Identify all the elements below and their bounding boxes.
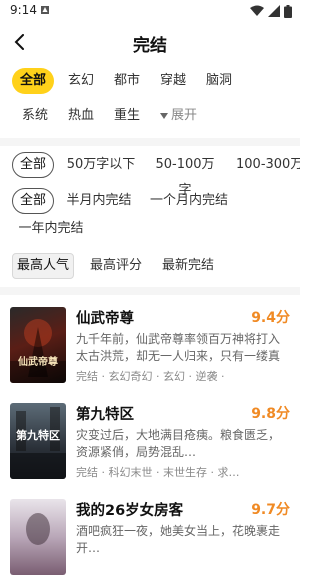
book-cover[interactable]: 第九特区	[10, 403, 66, 479]
book-title: 仙武帝尊	[76, 311, 134, 327]
category-chip-chuanyue[interactable]: 穿越	[156, 68, 190, 94]
book-score: 9.7分	[251, 502, 290, 518]
category-chip-all[interactable]: 全部	[12, 68, 54, 94]
word-chip-100-300w[interactable]: 100-300万	[236, 152, 300, 178]
section-divider	[0, 138, 300, 146]
category-chip-rexue[interactable]: 热血	[64, 103, 98, 129]
wifi-icon	[250, 5, 264, 16]
page-title: 完结	[133, 36, 167, 56]
cover-title: 仙武帝尊	[18, 357, 58, 368]
book-description: 九千年前，仙武帝尊率领百万神将打入太古洪荒，却无一人归来，只有一缕真火遗留世…	[76, 332, 281, 363]
time-chip-one-month[interactable]: 一个月内完结	[150, 188, 228, 214]
word-chip-under-50w[interactable]: 50万字以下	[66, 152, 136, 178]
category-chip-chongsheng[interactable]: 重生	[110, 103, 144, 129]
word-chip-all[interactable]: 全部	[12, 152, 54, 178]
category-filter-row-2: 系统 热血 重生 展开	[0, 103, 300, 129]
sort-chip-rating[interactable]: 最高评分	[88, 253, 144, 279]
sim-card-icon	[41, 6, 49, 14]
book-description: 灾变过后，大地满目疮痍。粮食匮乏，资源紧俏，局势混乱…	[76, 428, 281, 459]
book-tags: 完结 · 科幻末世 · 末世生存 · 求…	[76, 466, 240, 479]
book-item[interactable]: 仙武帝尊 仙武帝尊 9.4分 九千年前，仙武帝尊率领百万神将打入太古洪荒，却无一…	[0, 307, 300, 395]
book-score: 9.4分	[251, 310, 290, 326]
sort-filter-row: 最高人气 最高评分 最新完结	[0, 253, 300, 279]
book-title: 我的26岁女房客	[76, 503, 184, 519]
book-item[interactable]: 我的26岁女房客 9.7分 酒吧疯狂一夜，她美女当上，花晚裹走开…	[0, 499, 300, 587]
book-title: 第九特区	[76, 407, 134, 423]
book-cover[interactable]: 仙武帝尊	[10, 307, 66, 383]
category-chip-naodong[interactable]: 脑洞	[202, 68, 236, 94]
top-bar: 完结	[0, 22, 300, 62]
word-count-filter-row: 全部 50万字以下 50-100万字 100-300万	[0, 152, 300, 198]
cover-title: 第九特区	[16, 429, 60, 442]
time-filter-row-1: 全部 半月内完结 一个月内完结	[0, 188, 300, 214]
book-description: 酒吧疯狂一夜，她美女当上，花晚裹走开…	[76, 524, 281, 555]
time-chip-half-month[interactable]: 半月内完结	[66, 188, 132, 214]
category-chip-xitong[interactable]: 系统	[18, 103, 52, 129]
expand-button[interactable]: 展开	[160, 103, 197, 129]
category-chip-dushi[interactable]: 都市	[110, 68, 144, 94]
book-cover[interactable]	[10, 499, 66, 575]
time-filter-row-2: 一年内完结	[0, 216, 300, 242]
book-tags: 完结 · 玄幻奇幻 · 玄幻 · 逆袭 ·	[76, 370, 225, 383]
sort-chip-latest[interactable]: 最新完结	[160, 253, 216, 279]
status-time: 9:14	[10, 3, 37, 17]
status-bar: 9:14	[0, 0, 300, 22]
book-score: 9.8分	[251, 406, 290, 422]
section-divider	[0, 287, 300, 295]
time-chip-one-year[interactable]: 一年内完结	[18, 216, 84, 242]
signal-icon	[268, 5, 280, 17]
sort-chip-popularity[interactable]: 最高人气	[12, 253, 74, 279]
time-chip-all[interactable]: 全部	[12, 188, 54, 214]
cover-art	[26, 513, 50, 545]
expand-label: 展开	[171, 108, 198, 123]
category-filter-row-1: 全部 玄幻 都市 穿越 脑洞	[0, 68, 300, 94]
cover-art	[10, 319, 66, 383]
status-icons	[250, 4, 292, 18]
word-chip-50-100w[interactable]: 50-100万字	[150, 152, 220, 198]
battery-icon	[284, 4, 292, 18]
triangle-down-icon	[160, 113, 168, 119]
category-chip-xuanhuan[interactable]: 玄幻	[64, 68, 98, 94]
book-item[interactable]: 第九特区 第九特区 9.8分 灾变过后，大地满目疮痍。粮食匮乏，资源紧俏，局势混…	[0, 403, 300, 491]
